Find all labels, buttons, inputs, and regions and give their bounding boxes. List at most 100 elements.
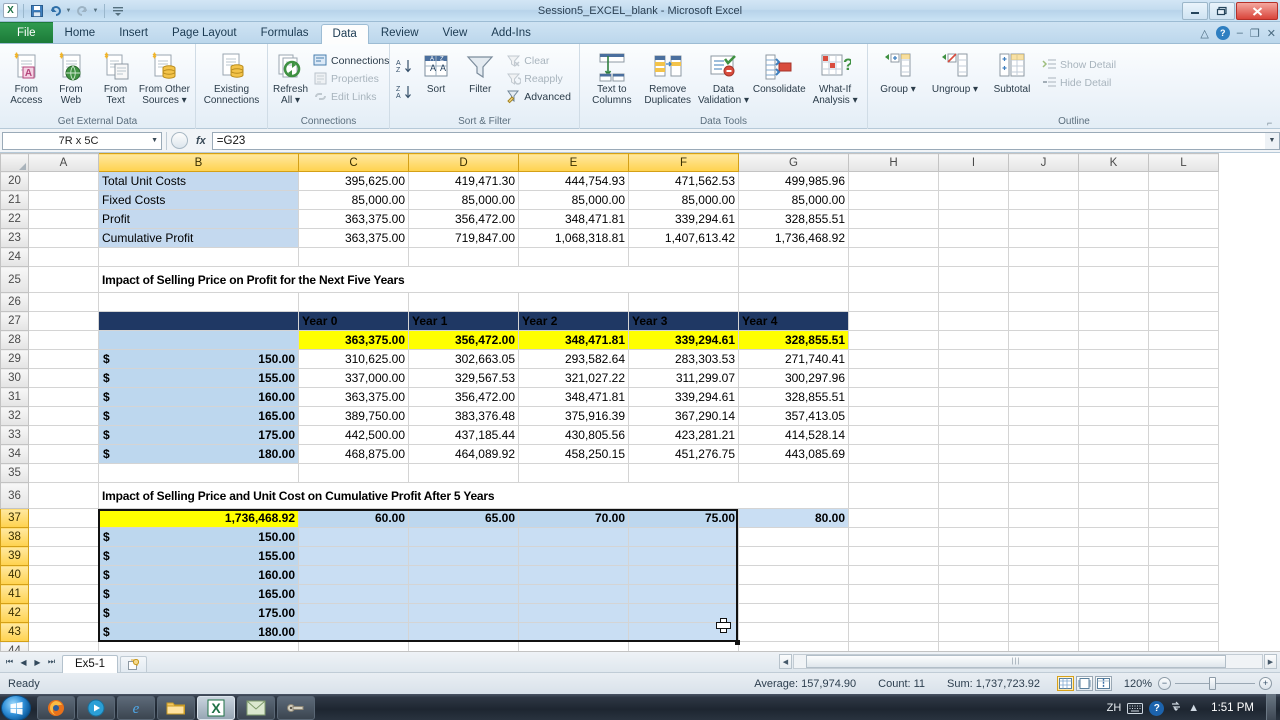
cell[interactable] — [28, 508, 99, 528]
start-button[interactable] — [1, 695, 31, 720]
cell[interactable] — [1008, 247, 1079, 267]
cell[interactable] — [1148, 641, 1219, 651]
sort-ascending-button[interactable]: AZ — [394, 55, 414, 77]
taskbar-internet-explorer[interactable]: e — [117, 696, 155, 720]
cell[interactable]: $165.00 — [98, 584, 299, 604]
cell[interactable]: 451,276.75 — [628, 444, 739, 464]
cell[interactable] — [28, 425, 99, 445]
cell[interactable] — [1008, 641, 1079, 651]
cell[interactable]: $150.00 — [98, 527, 299, 547]
cell[interactable]: $150.00 — [98, 349, 299, 369]
cell[interactable]: 464,089.92 — [408, 444, 519, 464]
cell[interactable]: 383,376.48 — [408, 406, 519, 426]
cell[interactable] — [1078, 330, 1149, 350]
cell[interactable] — [938, 247, 1009, 267]
cell[interactable] — [628, 565, 739, 585]
cell[interactable] — [1078, 463, 1149, 483]
row-header-25[interactable]: 25 — [0, 266, 29, 293]
close-button[interactable] — [1236, 2, 1278, 20]
cell[interactable] — [28, 368, 99, 388]
cell[interactable] — [1008, 387, 1079, 407]
cell[interactable]: 414,528.14 — [738, 425, 849, 445]
column-header-j[interactable]: J — [1008, 153, 1079, 172]
cell[interactable]: Year 2 — [518, 311, 629, 331]
cell[interactable] — [298, 584, 409, 604]
language-indicator[interactable]: ZH — [1107, 702, 1122, 714]
cell[interactable] — [28, 584, 99, 604]
restore-button[interactable] — [1209, 2, 1235, 20]
cell[interactable]: 499,985.96 — [738, 171, 849, 191]
cell[interactable]: 271,740.41 — [738, 349, 849, 369]
cell[interactable] — [738, 292, 849, 312]
cell[interactable]: 85,000.00 — [518, 190, 629, 210]
cell[interactable] — [938, 444, 1009, 464]
cell[interactable]: 357,413.05 — [738, 406, 849, 426]
cell[interactable] — [1078, 482, 1149, 509]
cell[interactable] — [628, 622, 739, 642]
column-header-b[interactable]: B — [98, 153, 299, 172]
cell[interactable] — [848, 444, 939, 464]
cell[interactable] — [628, 527, 739, 547]
cell[interactable]: 348,471.81 — [518, 209, 629, 229]
cell[interactable]: 339,294.61 — [628, 209, 739, 229]
cell[interactable] — [1008, 527, 1079, 547]
row-header-31[interactable]: 31 — [0, 387, 29, 407]
row-header-38[interactable]: 38 — [0, 527, 29, 547]
cell[interactable]: 395,625.00 — [298, 171, 409, 191]
cell[interactable] — [848, 209, 939, 229]
cell[interactable]: Total Unit Costs — [98, 171, 299, 191]
minimize-ribbon-icon[interactable]: △ — [1200, 27, 1208, 40]
cell[interactable] — [1078, 266, 1149, 293]
row-header-40[interactable]: 40 — [0, 565, 29, 585]
cell[interactable]: 471,562.53 — [628, 171, 739, 191]
data-validation-button[interactable]: Data Validation ▾ — [696, 49, 752, 108]
cell[interactable]: 310,625.00 — [298, 349, 409, 369]
cell[interactable] — [738, 247, 849, 267]
cell[interactable] — [938, 584, 1009, 604]
row-header-34[interactable]: 34 — [0, 444, 29, 464]
cell[interactable] — [1148, 603, 1219, 623]
cell[interactable] — [28, 171, 99, 191]
cell[interactable] — [848, 311, 939, 331]
cell[interactable] — [848, 584, 939, 604]
cell[interactable]: 70.00 — [518, 508, 629, 528]
cell[interactable] — [98, 247, 299, 267]
zoom-slider-track[interactable] — [1175, 677, 1255, 690]
cell[interactable] — [628, 463, 739, 483]
outline-dialog-launcher-icon[interactable]: ⌐ — [1267, 118, 1277, 128]
cell[interactable] — [1148, 622, 1219, 642]
taskbar-tool[interactable] — [277, 696, 315, 720]
cell[interactable] — [28, 546, 99, 566]
cell[interactable] — [1078, 444, 1149, 464]
cell[interactable] — [1078, 546, 1149, 566]
keyboard-icon[interactable] — [1127, 702, 1144, 714]
cell[interactable]: 444,754.93 — [518, 171, 629, 191]
cell[interactable] — [848, 603, 939, 623]
cell[interactable] — [1008, 171, 1079, 191]
cell[interactable] — [408, 292, 519, 312]
cell[interactable] — [938, 349, 1009, 369]
cell[interactable] — [938, 171, 1009, 191]
hide-detail-button[interactable]: Hide Detail — [1038, 74, 1120, 91]
cell[interactable] — [938, 622, 1009, 642]
minimize-button[interactable] — [1182, 2, 1208, 20]
cell[interactable]: $175.00 — [98, 425, 299, 445]
cell[interactable]: 293,582.64 — [518, 349, 629, 369]
page-layout-view-button[interactable] — [1076, 676, 1093, 691]
cell[interactable] — [738, 527, 849, 547]
cell[interactable] — [28, 387, 99, 407]
cell[interactable]: 348,471.81 — [518, 330, 629, 350]
zoom-level[interactable]: 120% — [1118, 678, 1158, 690]
cell[interactable]: 468,875.00 — [298, 444, 409, 464]
cell[interactable] — [1008, 584, 1079, 604]
cell[interactable] — [28, 565, 99, 585]
cell[interactable] — [518, 603, 629, 623]
cell[interactable] — [848, 349, 939, 369]
cell[interactable] — [938, 546, 1009, 566]
cell[interactable] — [1008, 209, 1079, 229]
row-header-37[interactable]: 37 — [0, 508, 29, 528]
cell[interactable] — [298, 603, 409, 623]
row-header-23[interactable]: 23 — [0, 228, 29, 248]
cell[interactable] — [1078, 349, 1149, 369]
hscroll-right-button[interactable]: ▶ — [1264, 654, 1277, 669]
